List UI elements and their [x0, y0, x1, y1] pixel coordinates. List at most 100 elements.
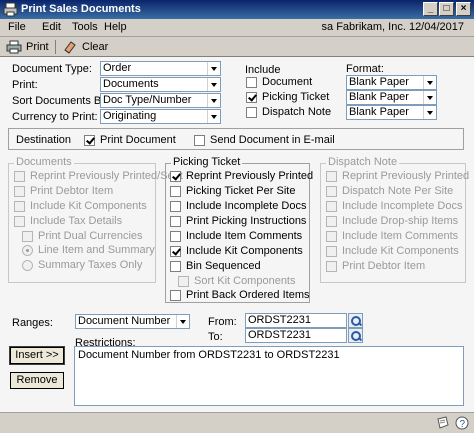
from-value: ORDST2231 [248, 314, 311, 326]
format-picking-select[interactable]: Blank Paper [346, 90, 437, 105]
to-input[interactable]: ORDST2231 [245, 328, 347, 343]
pick-instructions-checkbox[interactable] [170, 216, 181, 227]
format-document-value: Blank Paper [349, 76, 409, 88]
window-title: Print Sales Documents [21, 3, 141, 15]
status-bar: ? [0, 412, 474, 433]
currency-label: Currency to Print: [12, 111, 98, 123]
disp-reprint-checkbox[interactable] [326, 171, 337, 182]
doc-print-debtor-checkbox[interactable] [14, 186, 25, 197]
document-type-value: Order [103, 62, 132, 74]
include-picking-ticket-checkbox[interactable] [246, 92, 257, 103]
chevron-down-icon [423, 91, 436, 104]
doc-kit-label: Include Kit Components [30, 200, 147, 212]
pick-item-comments-checkbox[interactable] [170, 231, 181, 242]
print-label: Print [26, 41, 49, 53]
pick-bin-sequenced-checkbox[interactable] [170, 261, 181, 272]
disp-item-comments-checkbox[interactable] [326, 231, 337, 242]
ranges-label: Ranges: [12, 317, 53, 329]
to-lookup-icon[interactable] [348, 328, 363, 343]
to-value: ORDST2231 [248, 329, 311, 341]
menu-tools[interactable]: Tools [72, 21, 98, 33]
print-document-checkbox[interactable] [84, 135, 95, 146]
from-label: From: [208, 316, 237, 328]
summary-taxes-label: Summary Taxes Only [38, 259, 143, 271]
chevron-down-icon [423, 76, 436, 89]
doc-dual-currency-label: Print Dual Currencies [38, 230, 143, 242]
disp-kit-checkbox[interactable] [326, 246, 337, 257]
print-document-label: Print Document [100, 134, 176, 146]
printer-icon [6, 40, 22, 54]
pick-sort-kit-label: Sort Kit Components [194, 275, 296, 287]
include-heading: Include [245, 64, 281, 76]
document-type-select[interactable]: Order [100, 61, 221, 76]
chevron-down-icon [207, 110, 220, 123]
line-item-summary-label: Line Item and Summary [38, 244, 155, 256]
format-dispatch-select[interactable]: Blank Paper [346, 105, 437, 120]
maximize-button[interactable]: □ [439, 2, 454, 16]
line-item-summary-radio[interactable] [22, 245, 33, 256]
to-label: To: [208, 331, 223, 343]
chevron-down-icon [207, 94, 220, 107]
format-picking-value: Blank Paper [349, 91, 409, 103]
format-document-select[interactable]: Blank Paper [346, 75, 437, 90]
disp-drop-ship-checkbox[interactable] [326, 216, 337, 227]
restrictions-list[interactable]: Document Number from ORDST2231 to ORDST2… [74, 346, 464, 406]
from-input[interactable]: ORDST2231 [245, 313, 347, 328]
close-button[interactable]: × [456, 2, 471, 16]
pick-sort-kit-checkbox[interactable] [178, 276, 189, 287]
currency-value: Originating [103, 110, 157, 122]
menu-edit[interactable]: Edit [42, 21, 61, 33]
summary-taxes-radio[interactable] [22, 260, 33, 271]
note-icon[interactable] [436, 416, 450, 430]
pick-per-site-checkbox[interactable] [170, 186, 181, 197]
title-bar: Print Sales Documents _ □ × [0, 0, 474, 19]
clear-button[interactable]: Clear [62, 39, 108, 55]
pick-incomplete-checkbox[interactable] [170, 201, 181, 212]
help-icon[interactable]: ? [455, 416, 469, 430]
printer-app-icon [3, 2, 18, 17]
include-picking-ticket-label: Picking Ticket [262, 91, 330, 103]
disp-per-site-checkbox[interactable] [326, 186, 337, 197]
doc-tax-checkbox[interactable] [14, 216, 25, 227]
dispatch-note-group-label: Dispatch Note [326, 156, 400, 168]
minimize-button[interactable]: _ [423, 2, 438, 16]
pick-reprint-label: Reprint Previously Printed [186, 170, 314, 182]
restriction-item[interactable]: Document Number from ORDST2231 to ORDST2… [78, 349, 340, 361]
print-button[interactable]: Print [6, 39, 49, 55]
eraser-icon [64, 41, 76, 54]
sort-by-label: Sort Documents By: [12, 95, 110, 107]
sort-by-select[interactable]: Doc Type/Number [100, 93, 221, 108]
remove-button[interactable]: Remove [10, 372, 64, 389]
chevron-down-icon [176, 315, 189, 328]
include-document-checkbox[interactable] [246, 77, 257, 88]
format-heading: Format: [346, 63, 384, 75]
include-dispatch-note-checkbox[interactable] [246, 107, 257, 118]
pick-kit-components-checkbox[interactable] [170, 246, 181, 257]
doc-dual-currency-checkbox[interactable] [22, 231, 33, 242]
disp-debtor-checkbox[interactable] [326, 261, 337, 272]
sort-by-value: Doc Type/Number [103, 94, 192, 106]
menu-file[interactable]: File [8, 21, 26, 33]
disp-kit-label: Include Kit Components [342, 245, 459, 257]
doc-kit-checkbox[interactable] [14, 201, 25, 212]
pick-kit-components-label: Include Kit Components [186, 245, 303, 257]
menu-bar: File Edit Tools Help sa Fabrikam, Inc. 1… [0, 19, 474, 37]
pick-item-comments-label: Include Item Comments [186, 230, 303, 242]
insert-button[interactable]: Insert >> [9, 346, 65, 365]
menu-help[interactable]: Help [104, 21, 127, 33]
pick-reprint-checkbox[interactable] [170, 171, 181, 182]
pick-per-site-label: Picking Ticket Per Site [186, 185, 296, 197]
disp-incomplete-checkbox[interactable] [326, 201, 337, 212]
currency-select[interactable]: Originating [100, 109, 221, 124]
send-email-checkbox[interactable] [194, 135, 205, 146]
doc-reprint-checkbox[interactable] [14, 171, 25, 182]
print-type-select[interactable]: Documents [100, 77, 221, 92]
clear-label: Clear [82, 41, 109, 53]
format-dispatch-value: Blank Paper [349, 106, 409, 118]
company-date-info: sa Fabrikam, Inc. 12/04/2017 [321, 21, 464, 33]
ranges-select[interactable]: Document Number [75, 314, 190, 329]
from-lookup-icon[interactable] [348, 313, 363, 328]
pick-back-ordered-checkbox[interactable] [170, 290, 181, 301]
print-type-label: Print: [12, 79, 38, 91]
picking-ticket-group-label: Picking Ticket [171, 156, 243, 168]
